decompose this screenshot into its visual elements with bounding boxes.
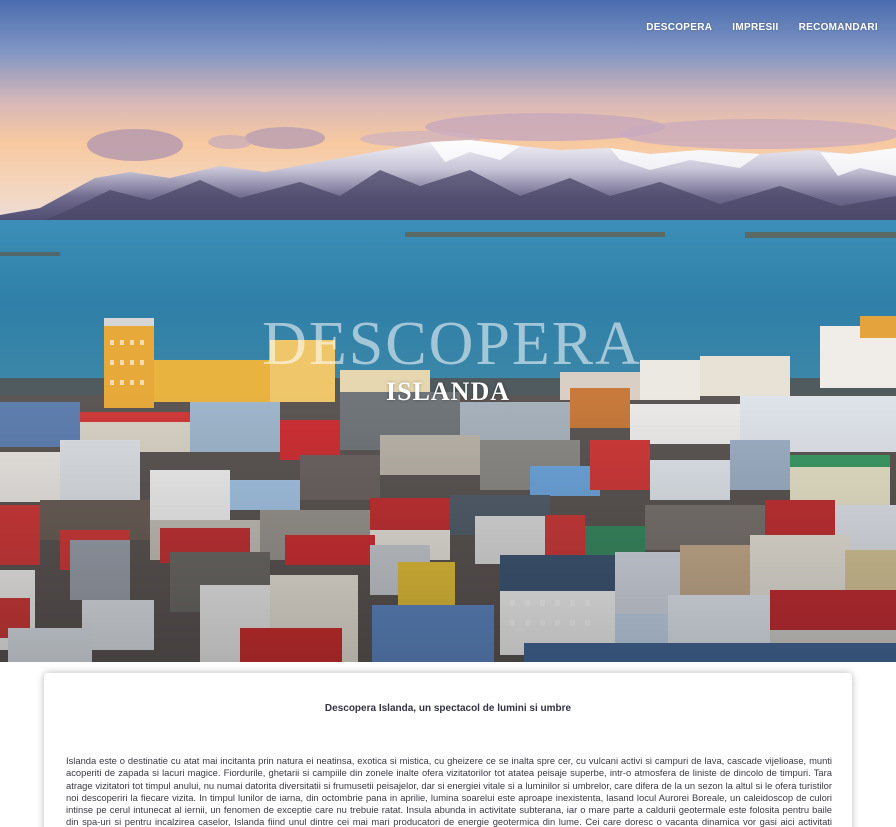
nav-link-recomandari[interactable]: RECOMANDARI [799,22,878,33]
nav-link-descopera[interactable]: DESCOPERA [646,22,712,33]
nav-link-impresii[interactable]: IMPRESII [732,22,778,33]
article-card: Descopera Islanda, un spectacol de lumin… [44,673,852,827]
article-heading: Descopera Islanda, un spectacol de lumin… [324,703,572,714]
reykjavik-hero-photo [0,0,896,662]
article-body: Islanda este o destinatie cu atat mai in… [66,755,832,827]
page: DESCOPERA IMPRESII RECOMANDARI DESCOPERA… [0,0,896,827]
top-navigation: DESCOPERA IMPRESII RECOMANDARI [646,22,878,33]
hero-section: DESCOPERA IMPRESII RECOMANDARI DESCOPERA… [0,0,896,662]
